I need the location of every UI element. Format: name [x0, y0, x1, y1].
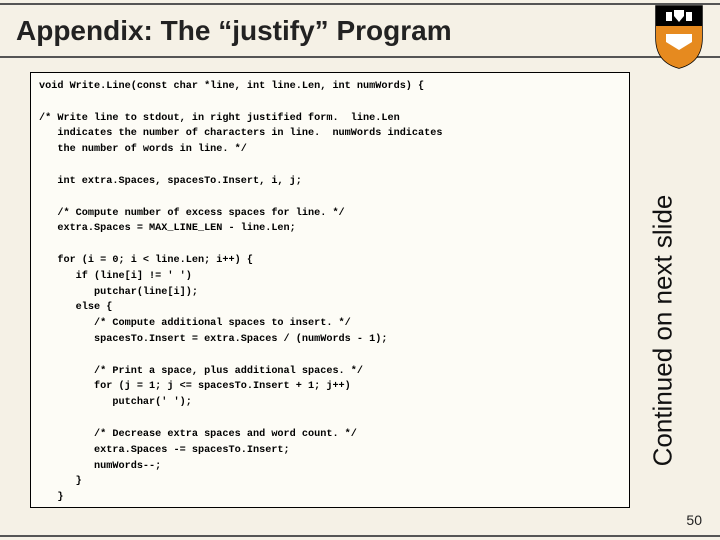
code-listing: void Write.Line(const char *line, int li…	[30, 72, 630, 508]
continued-label: Continued on next slide	[646, 156, 680, 504]
continued-label-text: Continued on next slide	[648, 194, 679, 466]
slide: Appendix: The “justify” Program void Wri…	[0, 0, 720, 540]
page-number: 50	[686, 512, 702, 528]
slide-header: Appendix: The “justify” Program	[0, 6, 720, 58]
bottom-rule	[0, 535, 720, 537]
slide-title: Appendix: The “justify” Program	[16, 15, 452, 47]
top-rule	[0, 3, 720, 5]
princeton-crest-icon	[652, 4, 706, 70]
